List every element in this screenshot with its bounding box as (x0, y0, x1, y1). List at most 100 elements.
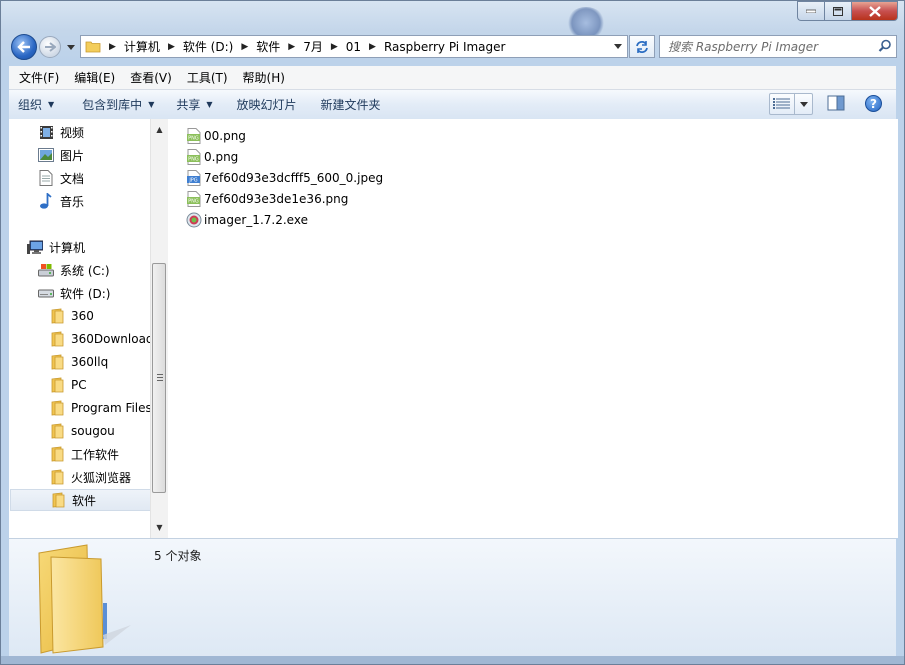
scroll-down-button[interactable]: ▼ (151, 519, 168, 536)
sidebar-item-label: 360llq (71, 355, 109, 369)
menu-view[interactable]: 查看(V) (120, 69, 177, 86)
help-icon: ? (870, 96, 877, 111)
folder-icon (49, 469, 65, 485)
svg-text:JPG: JPG (188, 178, 197, 184)
folder-icon (49, 354, 65, 370)
sidebar-item-folder-work-software[interactable]: 工作软件 (49, 443, 119, 465)
chevron-down-icon: ▼ (48, 100, 55, 109)
video-icon (38, 124, 54, 140)
menu-bar: 文件(F) 编辑(E) 查看(V) 工具(T) 帮助(H) (9, 66, 896, 90)
refresh-button[interactable] (629, 35, 655, 58)
scrollbar-thumb[interactable] (152, 263, 166, 493)
large-folder-icon (38, 544, 131, 654)
menu-edit[interactable]: 编辑(E) (64, 69, 120, 86)
folder-icon (49, 400, 65, 416)
sidebar-item-pictures[interactable]: 图片 (38, 144, 84, 166)
breadcrumb-item-software[interactable]: 软件 (256, 38, 280, 55)
sidebar-item-folder-360llq[interactable]: 360llq (49, 351, 108, 373)
breadcrumb-item-drive-d[interactable]: 软件 (D:) (183, 38, 233, 55)
sidebar-item-folder-software[interactable]: 软件 (10, 489, 151, 511)
sidebar-item-documents[interactable]: 文档 (38, 167, 84, 189)
preview-pane-icon[interactable] (827, 95, 845, 111)
file-item[interactable]: PNG 00.png (186, 126, 246, 146)
folder-icon (50, 492, 66, 508)
share-button[interactable]: 共享 ▼ (167, 96, 221, 113)
jpeg-icon: JPG (187, 170, 201, 186)
address-dropdown-button[interactable] (609, 36, 627, 57)
breadcrumb-separator[interactable]: ▶ (369, 42, 376, 52)
file-item[interactable]: PNG 7ef60d93e3de1e36.png (186, 189, 348, 209)
folder-icon (49, 331, 65, 347)
search-icon[interactable] (878, 39, 892, 53)
share-label: 共享 (176, 98, 201, 112)
sidebar-item-label: 图片 (60, 148, 85, 163)
breadcrumb-item-computer[interactable]: 计算机 (124, 38, 160, 55)
maximize-button[interactable] (824, 1, 851, 21)
sidebar-item-folder-360[interactable]: 360 (49, 305, 94, 327)
view-options-icon (773, 98, 790, 109)
svg-text:PNG: PNG (188, 157, 199, 163)
back-arrow-icon (17, 41, 30, 53)
search-box[interactable]: 搜索 Raspberry Pi Imager (659, 35, 897, 58)
sidebar-item-label: 360 (71, 309, 94, 323)
svg-text:PNG: PNG (188, 136, 199, 142)
slideshow-button[interactable]: 放映幻灯片 (228, 96, 306, 113)
navigation-bar: ▶ 计算机 ▶ 软件 (D:) ▶ 软件 ▶ 7月 ▶ 01 ▶ Raspber… (9, 33, 897, 61)
sidebar-item-folder-360download[interactable]: 360Download (49, 328, 154, 350)
chevron-down-icon[interactable] (800, 101, 808, 107)
recent-pages-button[interactable] (65, 41, 77, 53)
organize-label: 组织 (18, 98, 43, 112)
new-folder-button[interactable]: 新建文件夹 (312, 96, 390, 113)
sidebar-item-videos[interactable]: 视频 (38, 121, 84, 143)
change-view-button[interactable] (769, 93, 813, 115)
minimize-button[interactable] (797, 1, 824, 21)
breadcrumb-separator[interactable]: ▶ (288, 42, 295, 52)
file-item[interactable]: JPG 7ef60d93e3dcfff5_600_0.jpeg (186, 168, 383, 188)
breadcrumb-separator[interactable]: ▶ (331, 42, 338, 52)
sidebar-item-folder-program-files[interactable]: Program Files (49, 397, 152, 419)
sidebar-item-label: 文档 (60, 171, 85, 186)
help-button[interactable]: ? (865, 95, 882, 112)
include-in-library-button[interactable]: 包含到库中 ▼ (73, 96, 163, 113)
menu-help[interactable]: 帮助(H) (233, 69, 290, 86)
sidebar-item-computer[interactable]: 计算机 (27, 236, 85, 258)
sidebar-item-folder-sougou[interactable]: sougou (49, 420, 115, 442)
sidebar-item-folder-pc[interactable]: PC (49, 374, 87, 396)
command-bar: 组织 ▼ 包含到库中 ▼ 共享 ▼ 放映幻灯片 新建文件夹 ? (9, 90, 896, 120)
sidebar-item-label: 360Download (71, 332, 154, 346)
forward-button[interactable] (39, 36, 61, 58)
png-icon: PNG (187, 149, 201, 165)
music-icon (38, 193, 54, 209)
close-button[interactable] (851, 1, 898, 21)
sidebar-item-drive-d[interactable]: 软件 (D:) (38, 282, 110, 304)
document-icon (38, 170, 54, 186)
scroll-up-button[interactable]: ▲ (151, 121, 168, 138)
breadcrumb-separator: ▶ (109, 41, 116, 52)
search-placeholder: 搜索 Raspberry Pi Imager (668, 40, 819, 54)
file-item[interactable]: PNG 0.png (186, 147, 238, 167)
address-bar[interactable]: ▶ 计算机 ▶ 软件 (D:) ▶ 软件 ▶ 7月 ▶ 01 ▶ Raspber… (80, 35, 628, 58)
breadcrumb-separator[interactable]: ▶ (168, 42, 175, 52)
sidebar-item-label: sougou (71, 424, 115, 438)
breadcrumb-separator[interactable]: ▶ (241, 42, 248, 52)
breadcrumb-item-current[interactable]: Raspberry Pi Imager (384, 40, 506, 54)
organize-button[interactable]: 组织 ▼ (9, 96, 63, 113)
menu-file[interactable]: 文件(F) (9, 69, 64, 86)
system-drive-icon (38, 262, 54, 278)
chevron-down-icon: ▼ (148, 100, 155, 109)
file-name: 00.png (204, 129, 246, 143)
sidebar-item-music[interactable]: 音乐 (38, 190, 84, 212)
menu-tools[interactable]: 工具(T) (177, 69, 233, 86)
sidebar-item-drive-c[interactable]: 系统 (C:) (38, 259, 110, 281)
sidebar-item-folder-firefox[interactable]: 火狐浏览器 (49, 466, 131, 488)
caption-buttons (797, 1, 898, 21)
breadcrumb-item-01[interactable]: 01 (346, 40, 361, 54)
sidebar-item-label: 软件 (D:) (60, 286, 111, 301)
breadcrumb-item-july[interactable]: 7月 (303, 38, 323, 55)
sidebar-item-label: Program Files (71, 401, 152, 415)
png-icon: PNG (187, 128, 201, 144)
navigation-pane-scrollbar[interactable]: ▲ ▼ (150, 119, 168, 538)
file-list[interactable]: PNG 00.png PNG 0.png JPG 7ef60d93e3dcfff… (168, 119, 898, 538)
back-button[interactable] (11, 34, 37, 60)
file-item[interactable]: imager_1.7.2.exe (186, 210, 308, 230)
